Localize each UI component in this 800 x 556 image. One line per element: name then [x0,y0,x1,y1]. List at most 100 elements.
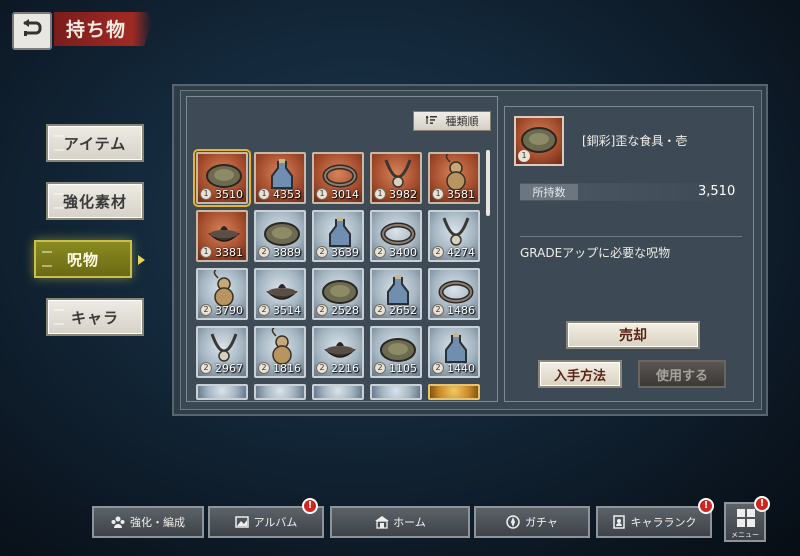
grade-badge: 1 [432,188,444,200]
tab-lines-decoration [54,135,64,151]
item-slot-partial[interactable] [370,384,422,400]
detail-item-icon: 1 [514,116,564,166]
grade-badge: 1 [374,188,386,200]
sort-icon [424,115,438,128]
category-item[interactable]: アイテム [46,124,144,162]
item-slot[interactable]: 2 1816 [254,326,306,378]
item-count: 3381 [215,246,243,259]
item-slot[interactable]: 1 3510 [193,149,251,207]
quantity-value: 3,510 [698,184,736,199]
item-slot[interactable]: 2 4274 [428,210,480,262]
item-count: 1440 [447,362,475,375]
grade-badge: 2 [374,304,386,316]
grade-badge: 1 [200,246,212,258]
item-count: 2528 [331,304,359,317]
obtain-method-button[interactable]: 入手方法 [538,360,622,388]
grade-badge: 2 [316,246,328,258]
item-slot[interactable]: 2 1105 [370,326,422,378]
grade-badge: 2 [258,362,270,374]
nav-label: アルバム [253,516,298,529]
item-count: 1105 [389,362,417,375]
category-enhance[interactable]: 強化素材 [46,182,144,220]
team-icon [111,515,125,529]
nav-label: ホーム [393,516,426,529]
item-slot[interactable]: 2 3400 [370,210,422,262]
item-slot[interactable]: 2 1440 [428,326,480,378]
item-slot[interactable]: 2 2967 [196,326,248,378]
back-arrow-icon [21,19,43,43]
item-slot[interactable]: 2 2528 [312,268,364,320]
nav-home[interactable]: ホーム [330,506,470,538]
grade-badge: 2 [258,304,270,316]
item-slot[interactable]: 2 3889 [254,210,306,262]
tab-lines-decoration [54,309,64,325]
album-icon [234,515,249,529]
item-slot[interactable]: 1 4353 [254,152,306,204]
list-scrollbar[interactable] [486,150,490,216]
item-slot[interactable]: 1 3982 [370,152,422,204]
grid-menu-icon [737,509,755,531]
grade-badge: 2 [432,246,444,258]
divider [520,236,742,237]
category-label: 強化素材 [62,192,127,211]
item-slot[interactable]: 1 3014 [312,152,364,204]
menu-label: メニュー [731,531,759,539]
grade-badge: 2 [316,304,328,316]
item-count: 2652 [389,304,417,317]
item-slot[interactable]: 2 3790 [196,268,248,320]
home-icon [374,515,390,529]
sell-button[interactable]: 売却 [566,321,700,349]
category-label: キャラ [70,308,119,327]
item-count: 4274 [447,246,475,259]
grade-badge: 1 [258,188,270,200]
item-count: 2967 [215,362,243,375]
grade-badge: 2 [200,304,212,316]
item-count: 3982 [389,188,417,201]
item-slot[interactable]: 2 1486 [428,268,480,320]
grade-badge: 2 [432,362,444,374]
item-slot[interactable]: 1 3581 [428,152,480,204]
category-character[interactable]: キャラ [46,298,144,336]
rank-icon [612,515,626,529]
item-count: 3400 [389,246,417,259]
item-count: 1486 [447,304,475,317]
use-button[interactable]: 使用する [638,360,726,388]
grade-badge: 2 [258,246,270,258]
nav-label: 強化・編成 [130,516,185,529]
grade-requirement-label: GRADEアップに必要な呪物 [520,246,671,260]
item-slot[interactable]: 2 2216 [312,326,364,378]
back-button[interactable] [12,12,52,50]
category-cursed-objects[interactable]: 呪物 [34,240,132,278]
item-slot-partial[interactable] [196,384,248,400]
item-slot[interactable]: 1 3381 [196,210,248,262]
gacha-icon [506,515,520,529]
item-count: 3581 [447,188,475,201]
grade-badge: 1 [200,188,212,200]
item-slot[interactable]: 2 3514 [254,268,306,320]
item-slot[interactable]: 2 2652 [370,268,422,320]
sort-button[interactable]: 種類順 [413,111,491,131]
item-slot-partial[interactable] [428,384,480,400]
grade-badge: 1 [316,188,328,200]
item-count: 2216 [331,362,359,375]
page-title: 持ち物 [66,19,127,41]
item-slot-partial[interactable] [312,384,364,400]
grade-badge: 2 [432,304,444,316]
nav-label: キャラランク [630,516,697,529]
grade-badge: 2 [374,246,386,258]
item-count: 3889 [273,246,301,259]
grade-badge: 2 [200,362,212,374]
item-slot[interactable]: 2 3639 [312,210,364,262]
active-arrow-icon [138,255,145,265]
notification-badge: ! [302,498,318,514]
quantity-label: 所持数 [520,184,578,200]
nav-gacha[interactable]: ガチャ [474,506,590,538]
category-label: アイテム [63,134,127,153]
item-count: 3510 [215,188,243,201]
nav-character-rank[interactable]: キャラランク [596,506,712,538]
item-count: 3639 [331,246,359,259]
grade-badge: 1 [518,150,530,162]
item-slot-partial[interactable] [254,384,306,400]
nav-enhance-team[interactable]: 強化・編成 [92,506,204,538]
item-count: 4353 [273,188,301,201]
